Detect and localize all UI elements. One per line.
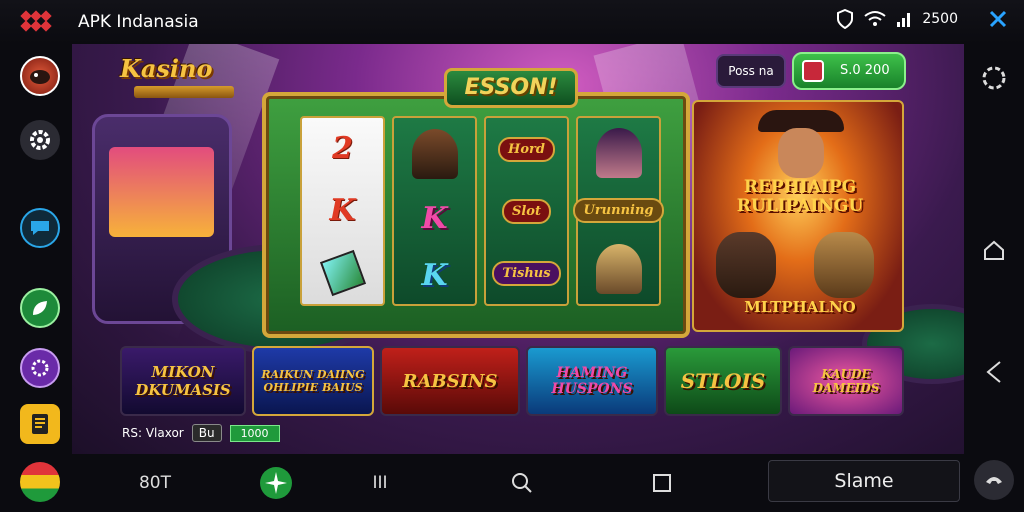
game-tile-label: RABSINS xyxy=(402,370,498,392)
chat-button[interactable] xyxy=(20,208,60,248)
nav-item-80t[interactable]: 80T xyxy=(130,466,180,500)
promo-title: REPHIAIPG RULIPAINGU xyxy=(736,177,864,216)
slot-machine[interactable]: 2 K K K Hord Slot Tishus Urunning xyxy=(262,92,690,338)
tile-footer-text: RS: Vlaxor xyxy=(122,426,184,440)
left-rail xyxy=(0,44,78,512)
document-button[interactable] xyxy=(20,404,60,444)
home-icon xyxy=(984,240,1004,260)
reel-4: Urunning xyxy=(573,116,664,306)
beast-graphic xyxy=(716,232,776,298)
game-tile-label: STLOIS xyxy=(680,369,766,393)
game-tile-label: HAMING HUSPONS xyxy=(551,365,633,397)
game-tile[interactable]: STLOIS xyxy=(664,346,782,416)
reel-symbol: Tishus xyxy=(492,260,561,286)
signal-icon xyxy=(897,13,911,27)
bottom-nav: 80T III Slame xyxy=(72,454,964,512)
menu-button[interactable] xyxy=(974,58,1014,98)
game-tile[interactable]: RAIKUN DAIING OHLIPIE BAIUS xyxy=(252,346,374,416)
reel-symbol: 2 xyxy=(332,131,353,167)
cube-icon xyxy=(319,249,366,296)
document-icon xyxy=(32,414,48,434)
avatar[interactable] xyxy=(20,56,60,96)
reel-symbol: K xyxy=(421,258,448,293)
tile-footer-amount[interactable]: 1000 xyxy=(229,424,280,442)
nav-search-button[interactable] xyxy=(504,466,540,500)
reel-symbol: Hord xyxy=(498,136,555,162)
flag-button[interactable] xyxy=(20,462,60,502)
tile-footer: RS: Vlaxor Bu 1000 xyxy=(122,424,280,442)
portrait-icon xyxy=(595,243,642,294)
status-count: 2500 xyxy=(922,11,958,27)
game-tile[interactable]: KAUDE DAMEIDS xyxy=(788,346,904,416)
reel-symbol: Slot xyxy=(501,198,551,224)
reel-3: Hord Slot Tishus xyxy=(484,116,569,306)
chat-icon xyxy=(31,221,49,235)
nav-spark-button[interactable] xyxy=(258,466,294,500)
slame-button[interactable]: Slame xyxy=(768,460,960,502)
reel-1: 2 K xyxy=(300,116,385,306)
spark-icon xyxy=(260,467,292,499)
game-tile-label: RAIKUN DAIING OHLIPIE BAIUS xyxy=(261,368,365,394)
search-icon xyxy=(512,473,532,493)
game-tile-label: KAUDE DAMEIDS xyxy=(812,367,880,395)
status-bar: APK Indanasia 2500 xyxy=(0,0,1024,44)
nav-item-iii[interactable]: III xyxy=(362,466,398,500)
back-icon xyxy=(986,361,1001,383)
wallet-icon xyxy=(802,60,824,82)
reel-symbol: K xyxy=(329,192,356,228)
close-icon[interactable] xyxy=(988,9,1008,29)
leaf-button[interactable] xyxy=(20,288,60,328)
phone-icon xyxy=(986,477,1002,484)
balance-display[interactable]: S.0 200 xyxy=(792,52,906,90)
game-view[interactable]: Kasino 2 K K K Hord Slot Tishus Urunning… xyxy=(72,44,964,454)
shield-icon xyxy=(837,9,854,29)
gear-badge-button[interactable] xyxy=(20,348,60,388)
game-tile[interactable]: RABSINS xyxy=(380,346,520,416)
promo-subtitle: MLTPHALNO xyxy=(744,298,856,316)
portrait-icon xyxy=(411,129,458,179)
leaf-icon xyxy=(33,301,47,315)
home-button[interactable] xyxy=(974,230,1014,270)
settings-icon xyxy=(30,130,50,150)
slot-title: ESSON! xyxy=(444,68,578,108)
settings-button[interactable] xyxy=(20,120,60,160)
game-tile[interactable]: MIKON DKUMASIS xyxy=(120,346,246,416)
menu-icon xyxy=(982,66,1006,90)
balance-value: S.0 200 xyxy=(840,63,890,78)
mascot-icon xyxy=(30,70,50,84)
tile-footer-chip[interactable]: Bu xyxy=(191,424,222,442)
beast-graphic xyxy=(814,232,874,298)
hud-label[interactable]: Poss na xyxy=(716,54,786,88)
game-tile[interactable]: HAMING HUSPONS xyxy=(526,346,658,416)
nav-square-button[interactable] xyxy=(644,466,680,500)
reel-symbol: K xyxy=(421,201,448,236)
right-rail xyxy=(964,44,1024,512)
character-face xyxy=(778,128,824,178)
kasino-logo: Kasino xyxy=(120,54,213,83)
app-logo-icon xyxy=(20,10,52,32)
promo-banner[interactable]: REPHIAIPG RULIPAINGU MLTPHALNO xyxy=(692,100,904,332)
app-title: APK Indanasia xyxy=(78,12,199,32)
portrait-icon xyxy=(595,128,642,179)
reel-symbol: Urunning xyxy=(573,198,664,224)
square-icon xyxy=(653,474,671,492)
game-tile-label: MIKON DKUMASIS xyxy=(135,363,231,399)
reel-2: K K xyxy=(392,116,477,306)
wifi-icon xyxy=(864,11,886,26)
kasino-logo-banner xyxy=(134,86,234,98)
phone-button[interactable] xyxy=(974,460,1014,500)
gear-badge-icon xyxy=(31,359,49,377)
back-button[interactable] xyxy=(974,352,1014,392)
